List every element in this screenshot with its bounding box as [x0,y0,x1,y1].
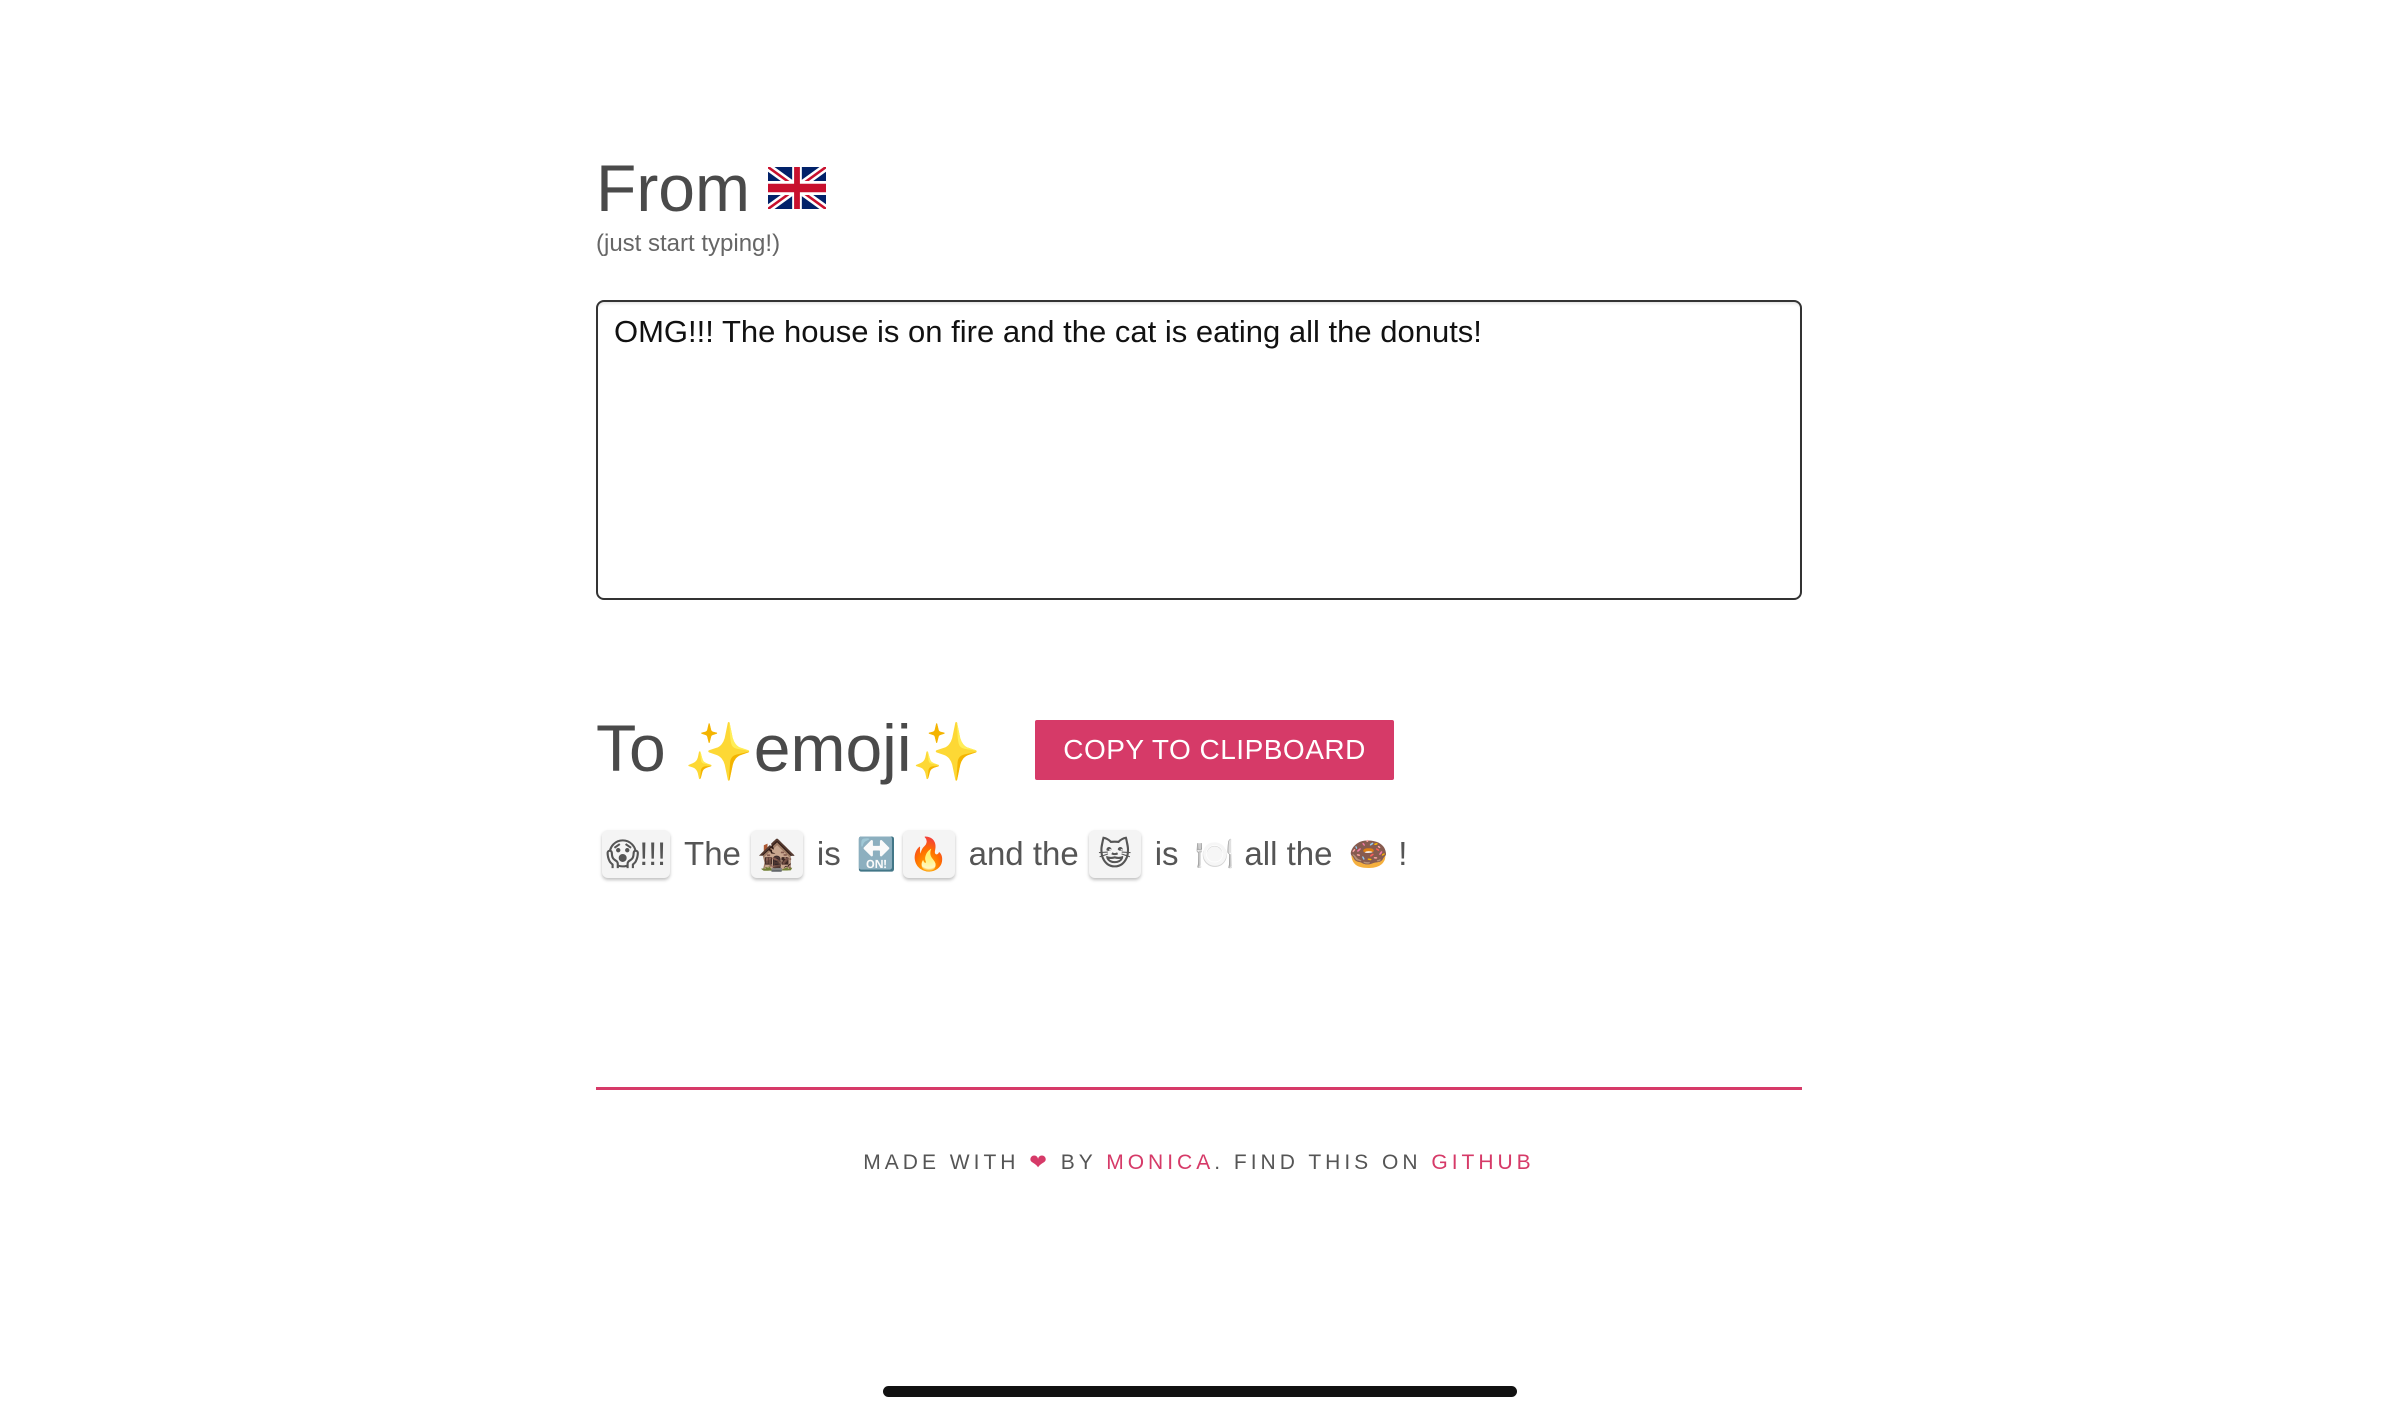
to-title-prefix: To [596,711,685,785]
from-heading: From [596,148,826,228]
output-word: ! [1398,835,1408,872]
emoji-chip[interactable]: 🔥 [902,830,955,878]
source-text-input[interactable]: OMG!!! The house is on fire and the cat … [596,300,1802,600]
author-link[interactable]: Monica [1106,1151,1214,1174]
footer-by: by [1060,1151,1097,1174]
to-row: To ✨emoji✨ COPY TO CLIPBOARD [596,708,1394,792]
output-word: and the [968,835,1079,872]
copy-to-clipboard-button[interactable]: COPY TO CLIPBOARD [1035,720,1394,780]
footer-divider [596,1087,1802,1090]
home-indicator [883,1386,1517,1397]
output-word: is [1154,835,1179,872]
emoji-chip[interactable]: 🏚️ [750,830,803,878]
uk-flag-icon [767,167,826,209]
to-title-word: emoji [753,711,912,785]
sparkle-icon: ✨ [684,720,754,783]
output-word: is [816,835,841,872]
github-link[interactable]: GitHub [1431,1151,1534,1174]
output-word: The [684,835,741,872]
page: From (just start typing!) OMG!!! The hou… [0,0,2388,1406]
emoji-glyph: 🍩 [1348,836,1389,872]
footer: Made with ❤ by Monica. Find this on GitH… [596,1150,1802,1175]
output-word: all the [1244,835,1333,872]
footer-find: . Find this on [1214,1151,1422,1174]
emoji-glyph: 🔛 [856,836,897,872]
emoji-chip[interactable]: 😺 [1088,830,1141,878]
heart-icon: ❤ [1029,1151,1051,1174]
emoji-glyph: 🍽️ [1194,836,1235,872]
from-title: From [596,151,750,225]
emoji-chip[interactable]: 😱!!! [602,830,671,878]
footer-made-with: Made with [863,1151,1020,1174]
emoji-output: 😱!!! The 🏚️ is 🔛 🔥 and the 😺 is 🍽️ all the 🍩! [602,826,1417,882]
sparkle-icon: ✨ [911,720,982,783]
typing-hint: (just start typing!) [596,230,781,257]
to-heading: To ✨emoji✨ [596,706,981,794]
